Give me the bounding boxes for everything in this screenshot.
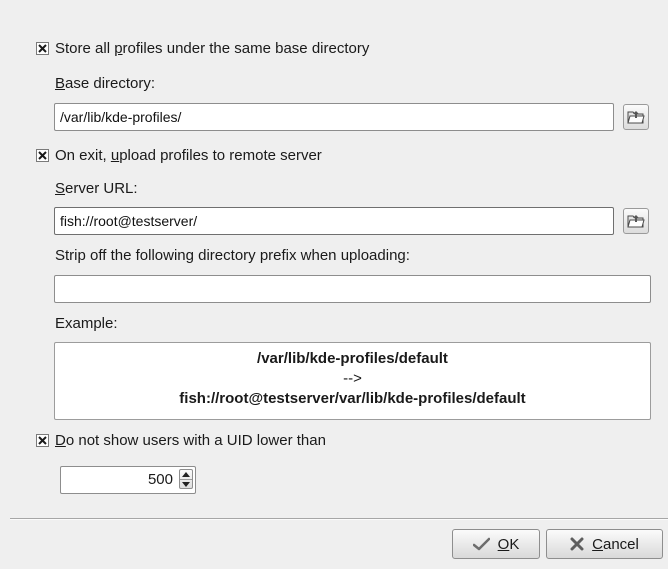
checkmark-x-icon [38,436,47,445]
example-label: Example: [55,315,118,332]
ok-button[interactable]: OK [452,529,540,559]
uid-min-value: 500 [147,471,173,488]
cancel-button-label: Cancel [592,535,639,553]
cancel-button[interactable]: Cancel [546,529,663,559]
example-target-url: fish://root@testserver/var/lib/kde-profi… [179,390,526,407]
spin-up-button[interactable] [180,470,192,479]
folder-open-icon [627,215,645,228]
spin-down-button[interactable] [180,480,192,489]
example-source-path: /var/lib/kde-profiles/default [257,350,448,367]
server-url-input[interactable]: fish://root@testserver/ [54,207,614,235]
cancel-x-icon [570,537,584,551]
uid-min-spinbox[interactable]: 500 [60,466,196,494]
upload-on-exit-label[interactable]: On exit, upload profiles to remote serve… [55,147,322,165]
strip-prefix-label: Strip off the following directory prefix… [55,247,410,264]
checkmark-x-icon [38,151,47,160]
ok-button-label: OK [497,535,520,553]
checkmark-icon [472,537,490,551]
hide-low-uid-checkbox[interactable] [36,434,49,447]
base-directory-input[interactable]: /var/lib/kde-profiles/ [54,103,614,131]
uid-spin-arrows [179,469,193,489]
example-arrow: --> [343,370,362,387]
example-box: /var/lib/kde-profiles/default --> fish:/… [54,342,651,420]
upload-on-exit-checkbox[interactable] [36,149,49,162]
strip-prefix-input[interactable] [54,275,651,303]
base-directory-browse-button[interactable] [623,104,649,130]
server-url-label: Server URL: [55,180,138,197]
store-profiles-label[interactable]: Store all profiles under the same base d… [55,40,369,58]
spin-down-icon [182,482,190,487]
checkmark-x-icon [38,44,47,53]
base-directory-label: Base directory: [55,75,156,92]
button-separator [10,518,668,520]
hide-low-uid-label[interactable]: Do not show users with a UID lower than [55,432,326,450]
spin-up-icon [182,472,190,477]
folder-open-icon [627,111,645,124]
server-url-browse-button[interactable] [623,208,649,234]
store-profiles-checkbox[interactable] [36,42,49,55]
